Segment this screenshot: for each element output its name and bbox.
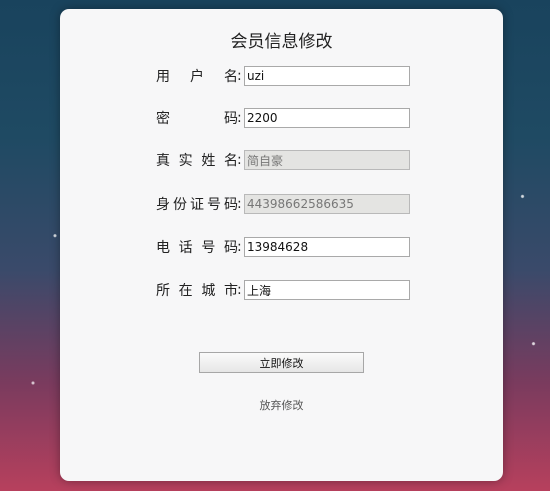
phone-label: 电话号码 — [156, 240, 238, 256]
colon: : — [237, 68, 242, 84]
colon: : — [237, 282, 242, 298]
username-label: 用户名 — [156, 69, 238, 85]
username-row: 用户名 : — [156, 65, 410, 87]
city-row: 所在城市 : — [156, 279, 410, 301]
realname-label: 真实姓名 — [156, 153, 238, 169]
city-input[interactable] — [244, 280, 410, 300]
idcard-row: 身份证号码 : — [156, 193, 410, 215]
password-input[interactable] — [244, 108, 410, 128]
idcard-input — [244, 194, 410, 214]
city-label: 所在城市 — [156, 283, 238, 299]
realname-input — [244, 150, 410, 170]
phone-input[interactable] — [244, 237, 410, 257]
colon: : — [237, 196, 242, 212]
edit-form-panel: 会员信息修改 用户名 : 密码 : 真实姓名 : 身份证号码 : 电话号码 : … — [60, 9, 503, 481]
username-input[interactable] — [244, 66, 410, 86]
colon: : — [237, 239, 242, 255]
submit-button[interactable]: 立即修改 — [199, 352, 364, 373]
phone-row: 电话号码 : — [156, 236, 410, 258]
colon: : — [237, 110, 242, 126]
colon: : — [237, 152, 242, 168]
password-row: 密码 : — [156, 107, 410, 129]
cancel-link[interactable]: 放弃修改 — [60, 397, 503, 413]
realname-row: 真实姓名 : — [156, 149, 410, 171]
password-label: 密码 — [156, 111, 238, 127]
idcard-label: 身份证号码 — [156, 197, 238, 213]
form-title: 会员信息修改 — [230, 32, 333, 52]
